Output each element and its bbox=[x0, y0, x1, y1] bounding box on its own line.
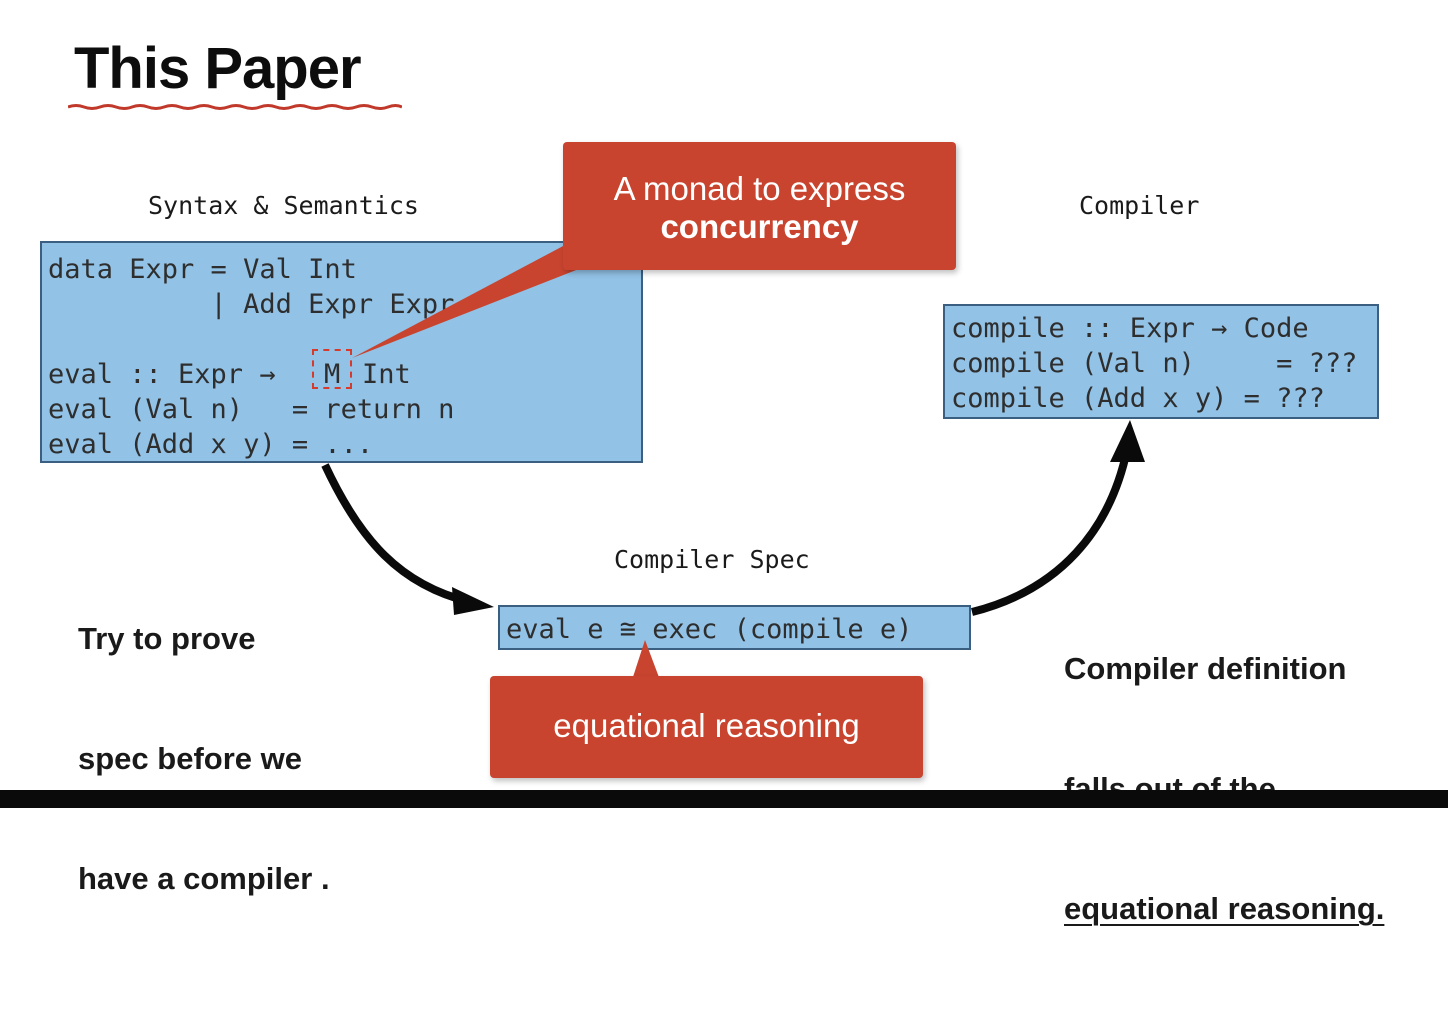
left-note-line3: have a compiler . bbox=[78, 861, 330, 896]
left-note-line2: spec before we bbox=[78, 741, 302, 776]
bottom-bar bbox=[0, 790, 1448, 808]
right-note-line3: equational reasoning. bbox=[1064, 891, 1385, 926]
arrow-to-spec bbox=[321, 463, 471, 606]
left-note: Try to prove spec before we have a compi… bbox=[78, 539, 330, 979]
right-note: Compiler definition falls out of the equ… bbox=[1064, 569, 1384, 1009]
slide: This Paper Syntax & Semantics data Expr … bbox=[0, 0, 1448, 926]
arrow-to-spec-head bbox=[452, 587, 494, 615]
right-note-line1: Compiler definition bbox=[1064, 651, 1347, 686]
left-note-line1: Try to prove bbox=[78, 621, 256, 656]
arrow-to-compiler-head bbox=[1110, 420, 1145, 462]
